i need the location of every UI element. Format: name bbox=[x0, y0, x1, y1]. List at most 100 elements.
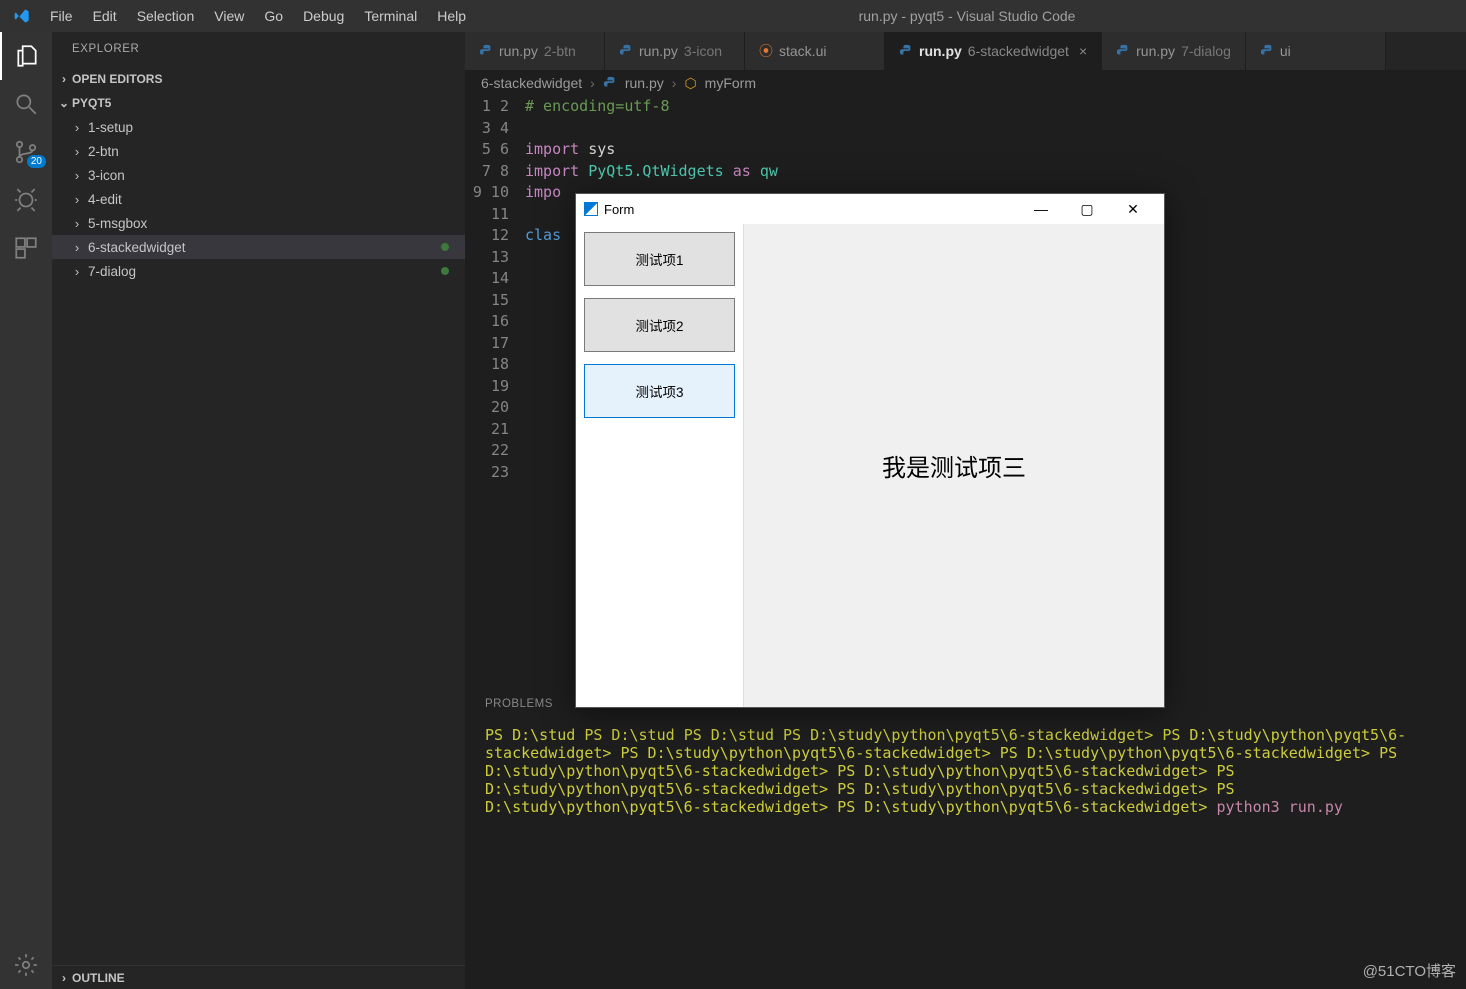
class-icon: ⬡ bbox=[684, 75, 696, 92]
menu-help[interactable]: Help bbox=[427, 4, 476, 28]
tab-name: run.py bbox=[1136, 43, 1175, 59]
chevron-right-icon: › bbox=[672, 75, 677, 91]
rss-icon: ⦿ bbox=[759, 41, 773, 61]
section-outline-label: OUTLINE bbox=[72, 971, 125, 985]
breadcrumb-item[interactable]: 6-stackedwidget bbox=[481, 75, 582, 91]
tabs-bar: run.py2-btn run.py3-icon ⦿stack.ui run.p… bbox=[465, 32, 1466, 70]
tab[interactable]: run.py 6-stackedwidget × bbox=[885, 32, 1102, 70]
qt-title: Form bbox=[604, 202, 634, 217]
file-tree: ›1-setup ›2-btn ›3-icon ›4-edit ›5-msgbo… bbox=[52, 115, 465, 965]
close-icon[interactable]: ✕ bbox=[1110, 194, 1156, 224]
section-outline[interactable]: ›OUTLINE bbox=[52, 965, 465, 989]
tree-folder[interactable]: › 6-stackedwidget bbox=[52, 235, 465, 259]
python-icon bbox=[479, 44, 493, 58]
chevron-right-icon: › bbox=[70, 168, 84, 183]
tab[interactable]: run.py3-icon bbox=[605, 32, 745, 70]
qt-titlebar[interactable]: Form — ▢ ✕ bbox=[576, 194, 1164, 224]
chevron-right-icon: › bbox=[56, 971, 72, 985]
files-icon bbox=[14, 43, 40, 69]
menu-go[interactable]: Go bbox=[254, 4, 293, 28]
extensions-icon bbox=[13, 235, 39, 261]
watermark: @51CTO博客 bbox=[1363, 960, 1456, 981]
chevron-right-icon: › bbox=[70, 264, 84, 279]
tab[interactable]: ⦿stack.ui bbox=[745, 32, 885, 70]
sidebar-explorer: EXPLORER ›OPEN EDITORS ⌄PYQT5 ›1-setup ›… bbox=[52, 32, 465, 989]
tree-folder[interactable]: › 1-setup bbox=[52, 115, 465, 139]
menu-view[interactable]: View bbox=[204, 4, 254, 28]
tree-folder[interactable]: ›2-btn bbox=[52, 139, 465, 163]
tree-folder[interactable]: ›5-msgbox bbox=[52, 211, 465, 235]
folder-label: 7-dialog bbox=[88, 264, 136, 279]
qt-button-3[interactable]: 测试项3 bbox=[584, 364, 735, 418]
tab-name: ui bbox=[1280, 43, 1291, 59]
tree-folder[interactable]: › 3-icon bbox=[52, 163, 465, 187]
folder-label: 3-icon bbox=[88, 168, 125, 183]
menu-edit[interactable]: Edit bbox=[83, 4, 127, 28]
folder-label: 6-stackedwidget bbox=[88, 240, 186, 255]
activity-bar: 20 bbox=[0, 32, 52, 989]
python-icon bbox=[1116, 44, 1130, 58]
python-icon bbox=[1260, 44, 1274, 58]
qt-button-2[interactable]: 测试项2 bbox=[584, 298, 735, 352]
tab-name: run.py bbox=[919, 43, 962, 59]
bottom-panel: PROBLEMS PS D:\stud PS D:\stud PS D:\stu… bbox=[465, 689, 1466, 989]
python-icon bbox=[619, 44, 633, 58]
vscode-icon bbox=[14, 8, 30, 24]
tab[interactable]: run.py 7-dialog bbox=[1102, 32, 1246, 70]
section-project-label: PYQT5 bbox=[72, 96, 111, 110]
tab-name: run.py bbox=[499, 43, 538, 59]
section-open-editors-label: OPEN EDITORS bbox=[72, 72, 162, 86]
folder-label: 1-setup bbox=[88, 120, 133, 135]
chevron-right-icon: › bbox=[590, 75, 595, 91]
search-icon bbox=[13, 91, 39, 117]
activity-extensions[interactable] bbox=[0, 224, 52, 272]
python-icon bbox=[603, 76, 617, 90]
tab-dir: 2-btn bbox=[544, 43, 576, 59]
activity-search[interactable] bbox=[0, 80, 52, 128]
bug-icon bbox=[13, 187, 39, 213]
menu-debug[interactable]: Debug bbox=[293, 4, 354, 28]
panel-tab-problems[interactable]: PROBLEMS bbox=[485, 694, 553, 715]
breadcrumb-item[interactable]: myForm bbox=[705, 75, 756, 91]
window-title: run.py - pyqt5 - Visual Studio Code bbox=[476, 8, 1458, 24]
qt-app-icon bbox=[584, 202, 598, 216]
section-open-editors[interactable]: ›OPEN EDITORS bbox=[52, 67, 465, 91]
breadcrumb-item[interactable]: run.py bbox=[625, 75, 664, 91]
title-bar: File Edit Selection View Go Debug Termin… bbox=[0, 0, 1466, 32]
qt-sidebar: 测试项1 测试项2 测试项3 bbox=[576, 224, 744, 707]
menu-terminal[interactable]: Terminal bbox=[354, 4, 427, 28]
activity-debug[interactable] bbox=[0, 176, 52, 224]
section-project[interactable]: ⌄PYQT5 bbox=[52, 91, 465, 115]
close-icon[interactable]: × bbox=[1079, 43, 1087, 59]
menu-selection[interactable]: Selection bbox=[127, 4, 205, 28]
sidebar-title: EXPLORER bbox=[52, 32, 465, 67]
qt-content-label: 我是测试项三 bbox=[882, 448, 1026, 483]
terminal-output[interactable]: PS D:\stud PS D:\stud PS D:\stud PS D:\s… bbox=[465, 718, 1466, 824]
tab[interactable]: ui bbox=[1246, 32, 1386, 70]
gear-icon bbox=[13, 952, 39, 978]
chevron-right-icon: › bbox=[70, 120, 84, 135]
minimize-icon[interactable]: — bbox=[1018, 194, 1064, 224]
tab-dir: 3-icon bbox=[684, 43, 722, 59]
activity-scm[interactable]: 20 bbox=[0, 128, 52, 176]
maximize-icon[interactable]: ▢ bbox=[1064, 194, 1110, 224]
qt-button-1[interactable]: 测试项1 bbox=[584, 232, 735, 286]
tab[interactable]: run.py 2-btn bbox=[465, 32, 605, 70]
menu-file[interactable]: File bbox=[40, 4, 83, 28]
tree-folder[interactable]: › 7-dialog bbox=[52, 259, 465, 283]
python-icon bbox=[899, 44, 913, 58]
tab-dir: 7-dialog bbox=[1181, 43, 1231, 59]
qt-form-window[interactable]: Form — ▢ ✕ 测试项1 测试项2 测试项3 我是测试项三 bbox=[575, 193, 1165, 708]
breadcrumb[interactable]: 6-stackedwidget › run.py › ⬡ myForm bbox=[465, 70, 1466, 96]
chevron-right-icon: › bbox=[70, 240, 84, 255]
chevron-down-icon: ⌄ bbox=[56, 96, 72, 110]
scm-badge: 20 bbox=[27, 155, 46, 168]
folder-label: 2-btn bbox=[88, 144, 119, 159]
gutter: 1 2 3 4 5 6 7 8 9 10 11 12 13 14 15 16 1… bbox=[465, 96, 525, 689]
tree-folder[interactable]: ›4-edit bbox=[52, 187, 465, 211]
chevron-right-icon: › bbox=[70, 192, 84, 207]
activity-explorer[interactable] bbox=[0, 32, 52, 80]
tab-dir: 6-stackedwidget bbox=[968, 43, 1069, 59]
activity-settings[interactable] bbox=[0, 941, 52, 989]
menubar: File Edit Selection View Go Debug Termin… bbox=[40, 4, 476, 28]
